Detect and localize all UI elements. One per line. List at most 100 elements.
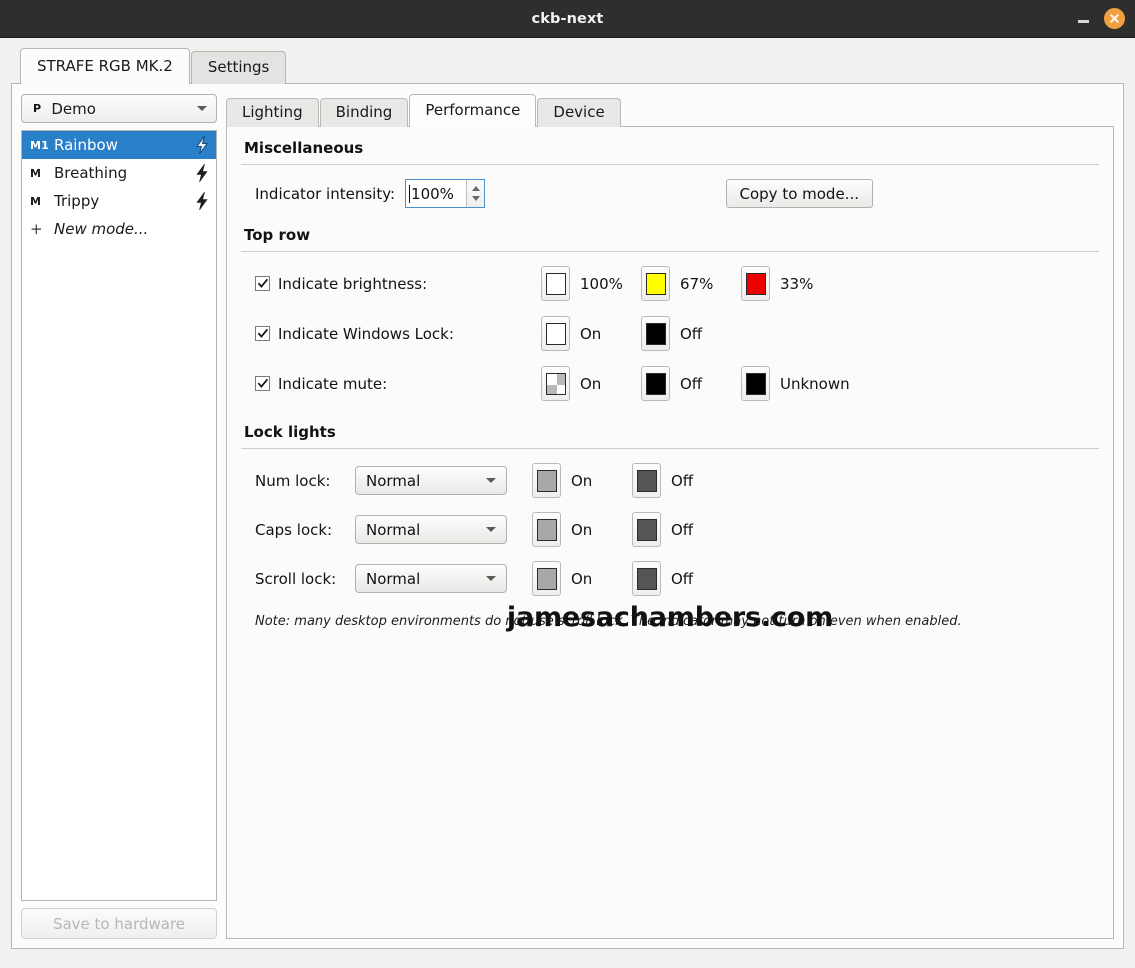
profile-name: Demo [51,99,96,118]
performance-panel: Miscellaneous Indicator intensity: 100% … [226,126,1114,939]
indicator-intensity-value[interactable]: 100% [406,180,466,207]
chevron-down-icon [486,576,496,581]
brightness-67-group: 67% [641,266,741,301]
section-title-top-row: Top row [244,226,311,244]
capslock-off-swatch[interactable] [632,512,661,547]
device-tabbar: STRAFE RGB MK.2 Settings [11,48,1124,84]
tab-label: Binding [335,103,393,121]
tab-performance[interactable]: Performance [409,94,537,127]
mode-label: Rainbow [54,136,118,154]
num-lock-mode-value: Normal [366,471,421,490]
winlock-on-group: On [541,316,641,351]
window-titlebar: ckb-next [0,0,1135,38]
tab-lighting[interactable]: Lighting [226,98,319,127]
indicate-mute-checkbox[interactable] [255,376,270,391]
capslock-on-group: On [532,512,632,547]
save-to-hardware-button[interactable]: Save to hardware [21,908,217,939]
capslock-off-label: Off [671,520,694,539]
scroll-lock-row: Scroll lock: Normal On Off [241,561,1099,596]
brightness-100-label: 100% [580,274,623,293]
scrolllock-off-swatch[interactable] [632,561,661,596]
tab-label: STRAFE RGB MK.2 [37,57,173,75]
copy-to-mode-label: Copy to mode... [739,184,860,203]
lightning-bolt-icon [194,191,210,211]
winlock-on-label: On [580,324,602,343]
mute-on-label: On [580,374,602,393]
numlock-off-swatch[interactable] [632,463,661,498]
indicator-intensity-spinner[interactable]: 100% [405,179,486,208]
mute-on-swatch[interactable] [541,366,570,401]
chevron-down-icon [486,478,496,483]
spinner-arrows[interactable] [466,180,485,207]
num-lock-mode-select[interactable]: Normal [355,466,507,495]
chevron-down-icon[interactable] [471,196,480,202]
winlock-on-swatch[interactable] [541,316,570,351]
plus-icon: + [30,220,43,238]
mute-on-group: On [541,366,641,401]
caps-lock-mode-value: Normal [366,520,421,539]
copy-to-mode-button[interactable]: Copy to mode... [725,179,873,208]
scroll-lock-mode-value: Normal [366,569,421,588]
indicate-windows-lock-checkbox[interactable] [255,326,270,341]
numlock-on-swatch[interactable] [532,463,561,498]
device-panel: P Demo M1 Rainbow M Breathing M Trippy +… [11,83,1124,949]
chevron-down-icon [486,527,496,532]
mute-off-label: Off [680,374,703,393]
caps-lock-mode-select[interactable]: Normal [355,515,507,544]
brightness-33-swatch[interactable] [741,266,770,301]
chevron-down-icon [197,106,207,111]
mute-off-group: Off [641,366,741,401]
tab-device[interactable]: Device [537,98,621,127]
mute-unknown-swatch[interactable] [741,366,770,401]
mode-label: New mode... [54,220,149,238]
tab-strafe-rgb-mk2[interactable]: STRAFE RGB MK.2 [20,48,190,84]
brightness-100-swatch[interactable] [541,266,570,301]
capslock-on-swatch[interactable] [532,512,561,547]
winlock-off-swatch[interactable] [641,316,670,351]
profile-badge: P [33,102,42,115]
scrolllock-off-label: Off [671,569,694,588]
tab-label: Device [553,103,605,121]
new-mode-item[interactable]: + New mode... [22,215,216,243]
mute-unknown-label: Unknown [780,374,850,393]
scrolllock-on-label: On [571,569,593,588]
save-button-label: Save to hardware [52,914,186,933]
minimize-icon[interactable] [1076,12,1090,26]
divider [241,251,1099,252]
divider [241,448,1099,449]
num-lock-label: Num lock: [255,471,331,490]
tab-label: Performance [425,101,521,119]
numlock-off-label: Off [671,471,694,490]
close-icon[interactable] [1104,8,1125,29]
tab-settings[interactable]: Settings [190,51,287,84]
brightness-33-label: 33% [780,274,814,293]
num-lock-row: Num lock: Normal On Off [241,463,1099,498]
profile-selector[interactable]: P Demo [21,94,217,123]
indicate-brightness-checkbox[interactable] [255,276,270,291]
list-item[interactable]: M1 Rainbow [22,131,216,159]
divider [241,164,1099,165]
winlock-off-label: Off [680,324,703,343]
indicate-windows-lock-row: Indicate Windows Lock: On Off [241,316,1099,351]
sidebar: P Demo M1 Rainbow M Breathing M Trippy +… [21,94,217,939]
mode-badge: M1 [30,138,50,152]
scrolllock-off-group: Off [632,561,732,596]
mute-off-swatch[interactable] [641,366,670,401]
indicator-intensity-label: Indicator intensity: [255,184,396,203]
scrolllock-on-group: On [532,561,632,596]
window-title: ckb-next [531,10,604,27]
mode-badge: M [30,194,42,208]
list-item[interactable]: M Trippy [22,187,216,215]
indicate-mute-row: Indicate mute: On Off Unknown [241,366,1099,401]
brightness-67-swatch[interactable] [641,266,670,301]
chevron-up-icon[interactable] [471,185,480,191]
section-title-lock-lights: Lock lights [244,423,336,441]
watermark: jamesachambers.com [506,602,834,633]
indicate-mute-label: Indicate mute: [278,374,388,393]
scrolllock-on-swatch[interactable] [532,561,561,596]
list-item[interactable]: M Breathing [22,159,216,187]
scroll-lock-mode-select[interactable]: Normal [355,564,507,593]
tab-binding[interactable]: Binding [319,98,409,127]
mode-list[interactable]: M1 Rainbow M Breathing M Trippy + New mo… [21,130,217,901]
mode-label: Breathing [54,164,128,182]
